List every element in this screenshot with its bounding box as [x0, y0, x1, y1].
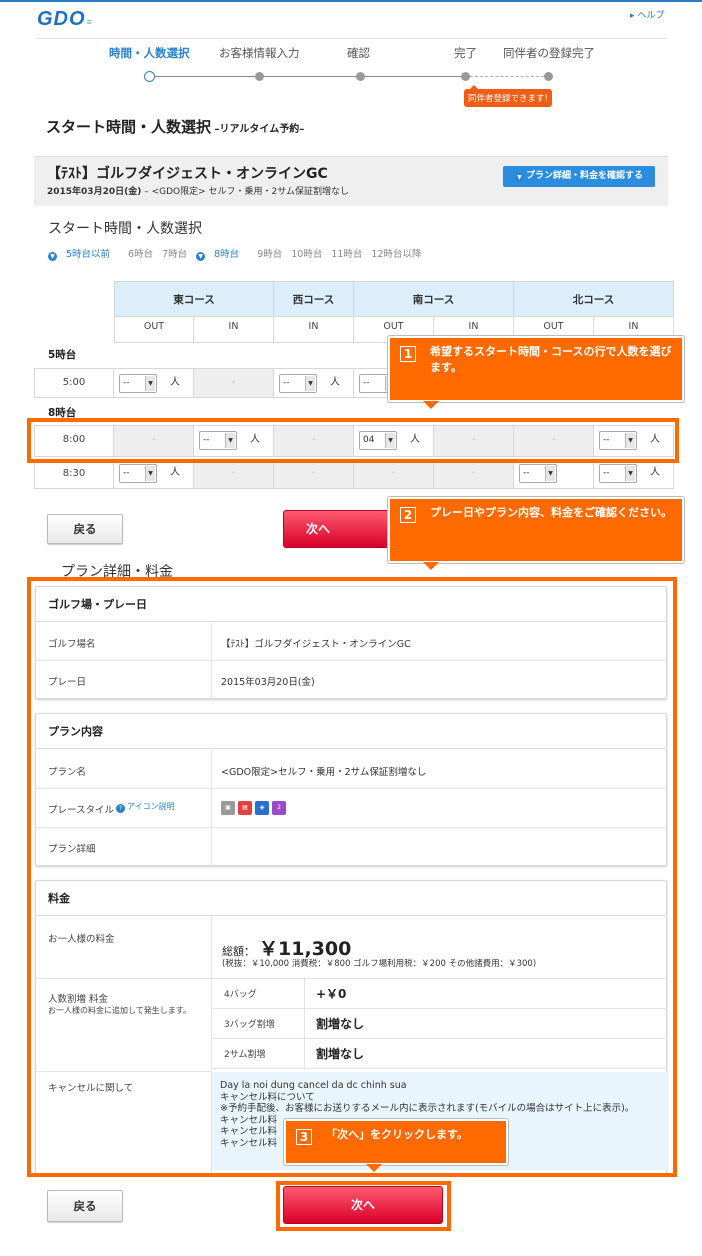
callout-step-3: 3 「次へ」をクリックします。 [284, 1119, 508, 1172]
chevron-down-icon: ▼ [48, 252, 57, 261]
time-cell: 8:30 [34, 459, 114, 489]
hour-10: 10時台 [291, 249, 323, 260]
count-select[interactable]: -- [119, 464, 157, 483]
header-divider [35, 38, 667, 39]
step-customer-info: お客様情報入力 [219, 46, 300, 60]
page-title: スタート時間・人数選択 –リアルタイム予約– [46, 118, 305, 136]
group-label-5: 5時台 [48, 349, 77, 361]
step-dot-2 [255, 72, 264, 81]
highlight-row-8-00 [27, 418, 679, 463]
hour-link-8[interactable]: ▼ 8時台 [196, 249, 248, 261]
count-select[interactable]: -- [119, 374, 157, 393]
step-confirm: 確認 [347, 46, 370, 60]
chevron-down-icon: ▼ [196, 252, 206, 261]
step-dot-4 [461, 72, 470, 81]
course-header-north: 北コース [514, 281, 674, 317]
unavailable-cell: - [194, 368, 274, 398]
sub-header-in: IN [274, 317, 354, 343]
course-header-east: 東コース [114, 281, 274, 317]
companion-badge: 同伴者登録できます! [464, 85, 552, 107]
hour-7: 7時台 [162, 249, 188, 260]
step-dot-5 [544, 72, 553, 81]
hour-11: 11時台 [331, 249, 363, 260]
count-select[interactable]: -- [519, 464, 557, 483]
unavailable-cell: - [274, 459, 354, 489]
next-button[interactable]: 次へ [283, 510, 393, 548]
hour-6: 6時台 [128, 249, 154, 260]
unavailable-cell: - [354, 459, 434, 489]
progress-track-dashed [465, 76, 549, 77]
hour-link-5-before[interactable]: ▼ 5時台以前 [48, 249, 119, 261]
callout-step-1: 1 希望するスタート時間・コースの行で人数を選びます。 [388, 336, 684, 409]
step-dot-3 [356, 72, 365, 81]
gdo-logo[interactable]: GDO≡ [37, 8, 93, 31]
progress-track [150, 76, 465, 77]
plan-detail-button[interactable]: ▼ プラン詳細・料金を確認する [503, 166, 655, 187]
unavailable-cell: - [194, 459, 274, 489]
step-companion: 同伴者の登録完了 [503, 46, 595, 60]
unavailable-cell: - [434, 459, 514, 489]
course-header-south: 南コース [354, 281, 514, 317]
count-cell: --人 [114, 368, 194, 398]
count-select[interactable]: -- [599, 464, 637, 483]
back-button[interactable]: 戻る [47, 514, 123, 544]
count-select[interactable]: -- [279, 374, 317, 393]
count-cell: --人 [114, 459, 194, 489]
course-subline: 2015年03月20日(金) – <GDO限定> セルフ・乗用・2サム保証割増な… [47, 187, 350, 197]
sub-header-in: IN [194, 317, 274, 343]
count-cell: -- [514, 459, 594, 489]
hour-jump-links: ▼ 5時台以前 6時台 7時台 ▼ 8時台 9時台 10時台 11時台 12時台以降 [48, 246, 431, 261]
count-cell: --人 [594, 459, 674, 489]
step-time-select: 時間・人数選択 [109, 46, 190, 60]
help-link[interactable]: ▸ ヘルプ [630, 8, 664, 21]
highlight-next-button [276, 1181, 451, 1231]
sub-header-out: OUT [114, 317, 194, 343]
hour-12-after: 12時台以降 [371, 249, 422, 260]
start-time-heading: スタート時間・人数選択 [48, 221, 202, 237]
highlight-plan-details [27, 577, 677, 1177]
hour-9: 9時台 [257, 249, 283, 260]
step-dot-1 [144, 71, 155, 82]
callout-step-2: 2 プレー日やプラン内容、料金をご確認ください。 [388, 497, 684, 570]
back-button[interactable]: 戻る [47, 1190, 123, 1222]
course-name: 【ﾃｽﾄ】ゴルフダイジェスト・オンラインGC [47, 166, 328, 182]
step-complete: 完了 [454, 46, 477, 60]
top-accent-line [0, 0, 702, 2]
time-cell: 5:00 [34, 368, 114, 398]
count-cell: --人 [274, 368, 354, 398]
course-header-west: 西コース [274, 281, 354, 317]
chevron-down-icon: ▼ [514, 173, 524, 182]
